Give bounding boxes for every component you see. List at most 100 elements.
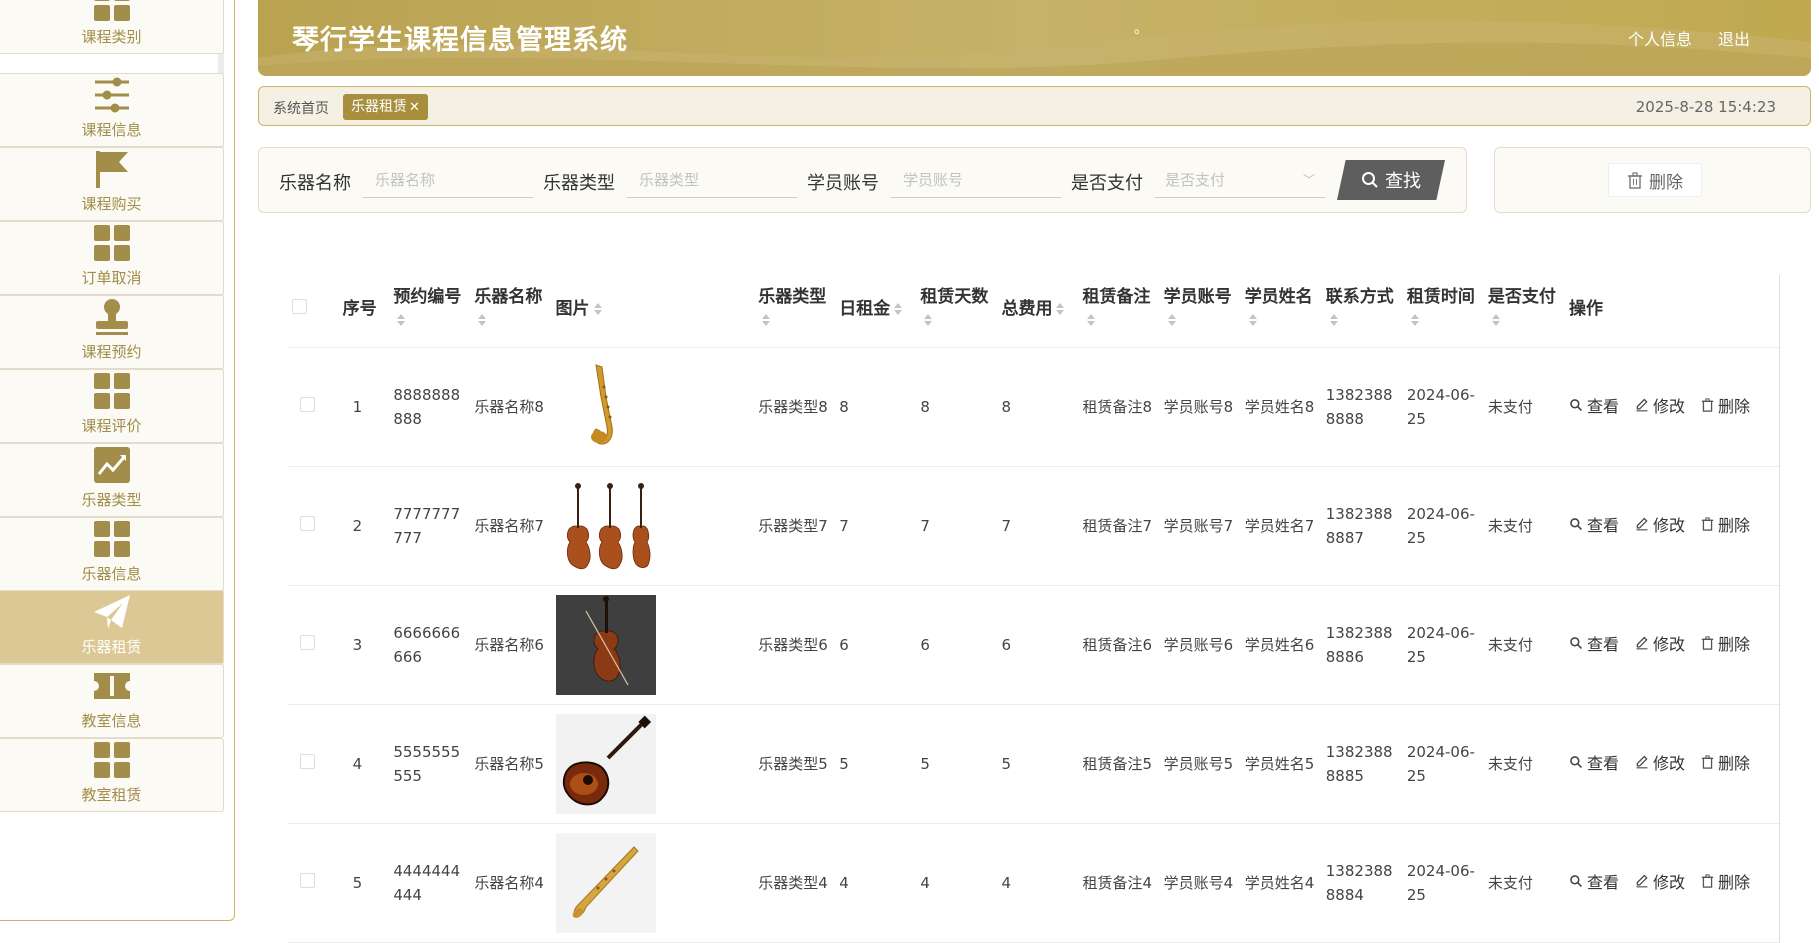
view-label: 查看 — [1587, 397, 1620, 416]
cell-account: 学员账号7 — [1159, 466, 1241, 586]
sort-icon[interactable] — [474, 310, 487, 330]
column-header-13[interactable]: 是否支付 — [1483, 275, 1565, 348]
cell-student-text: 学员姓名4 — [1244, 874, 1315, 892]
cell-paid-text: 未支付 — [1487, 874, 1533, 892]
sidebar-item-1[interactable]: 课程类别 — [0, 0, 224, 54]
paid-select[interactable]: 是否支付 ﹀ — [1155, 162, 1325, 198]
column-header-4[interactable]: 乐器类型 — [754, 275, 836, 348]
instrument-image[interactable] — [555, 833, 656, 933]
batch-delete-button[interactable]: 删除 — [1608, 163, 1702, 197]
trash-icon — [1701, 395, 1714, 419]
column-header-11[interactable]: 联系方式 — [1321, 275, 1403, 348]
sort-icon[interactable] — [393, 310, 406, 330]
sidebar-item-3[interactable]: 课程购买 — [0, 147, 224, 221]
sort-icon[interactable] — [1083, 310, 1095, 330]
row-checkbox[interactable] — [300, 635, 315, 650]
instrument-name-input[interactable] — [363, 162, 533, 198]
edit-button[interactable]: 修改 — [1635, 752, 1685, 776]
view-button[interactable]: 查看 — [1569, 871, 1619, 895]
column-header-label: 学员姓名 — [1244, 287, 1313, 307]
view-button[interactable]: 查看 — [1569, 514, 1619, 538]
cell-total: 7 — [997, 466, 1079, 586]
delete-button[interactable]: 删除 — [1701, 633, 1750, 657]
edit-button[interactable]: 修改 — [1635, 633, 1685, 657]
tab-current[interactable]: 乐器租赁 ✕ — [343, 94, 428, 120]
sidebar-item-11[interactable]: 教室租赁 — [0, 738, 224, 812]
cell-phone-text: 13823888886 — [1325, 624, 1393, 666]
instrument-image[interactable] — [555, 595, 656, 695]
sidebar-item-10[interactable]: 教室信息 — [0, 664, 224, 738]
sort-icon[interactable] — [1488, 310, 1500, 330]
column-header-5[interactable]: 日租金 — [835, 275, 917, 348]
view-button[interactable]: 查看 — [1569, 395, 1619, 419]
sidebar-item-9[interactable]: 乐器租赁 — [0, 590, 224, 664]
sidebar-item-4[interactable]: 订单取消 — [0, 221, 224, 295]
sort-icon[interactable] — [1164, 310, 1176, 330]
close-icon[interactable]: ✕ — [409, 100, 420, 115]
column-header-9[interactable]: 学员账号 — [1159, 275, 1241, 348]
breadcrumb-home[interactable]: 系统首页 — [273, 98, 329, 118]
row-checkbox[interactable] — [300, 516, 315, 531]
column-header-label: 学员账号 — [1163, 287, 1232, 307]
sort-icon[interactable] — [1407, 310, 1419, 330]
view-button[interactable]: 查看 — [1569, 633, 1619, 657]
delete-button[interactable]: 删除 — [1701, 752, 1750, 776]
cell-account-text: 学员账号5 — [1163, 755, 1234, 773]
sidebar-item-6[interactable]: 课程评价 — [0, 369, 224, 443]
column-header-2[interactable]: 乐器名称 — [470, 275, 552, 348]
column-header-3[interactable]: 图片 — [551, 275, 755, 348]
search-button[interactable]: 查找 — [1337, 160, 1445, 200]
select-all-checkbox[interactable] — [292, 298, 307, 314]
column-header-8[interactable]: 租赁备注 — [1078, 275, 1160, 348]
cell-name: 乐器名称4 — [470, 823, 552, 943]
row-checkbox[interactable] — [300, 754, 315, 769]
logout-link[interactable]: 退出 — [1718, 26, 1750, 50]
edit-button[interactable]: 修改 — [1635, 871, 1685, 895]
delete-label: 删除 — [1718, 516, 1751, 535]
instrument-image[interactable] — [555, 476, 656, 576]
cell-days-text: 4 — [920, 874, 930, 892]
sidebar-item-7[interactable]: 乐器类型 — [0, 443, 224, 517]
row-select-cell — [288, 347, 339, 467]
column-header-10[interactable]: 学员姓名 — [1240, 275, 1322, 348]
cell-index-text: 5 — [352, 874, 363, 892]
cell-name-text: 乐器名称4 — [474, 874, 544, 892]
sort-icon[interactable] — [1326, 310, 1338, 330]
cell-days: 4 — [916, 823, 998, 943]
instrument-type-input[interactable] — [627, 162, 797, 198]
sort-icon[interactable] — [890, 299, 903, 319]
sidebar-item-8[interactable]: 乐器信息 — [0, 517, 224, 591]
sort-icon[interactable] — [758, 310, 771, 330]
column-header-6[interactable]: 租赁天数 — [916, 275, 998, 348]
delete-label: 删除 — [1718, 635, 1751, 654]
instrument-image[interactable] — [555, 714, 656, 814]
edit-icon — [1635, 514, 1649, 538]
view-button[interactable]: 查看 — [1569, 752, 1619, 776]
edit-button[interactable]: 修改 — [1635, 514, 1685, 538]
column-header-12[interactable]: 租赁时间 — [1402, 275, 1484, 348]
edit-button[interactable]: 修改 — [1635, 395, 1685, 419]
tab-current-label: 乐器租赁 — [351, 99, 407, 115]
row-checkbox[interactable] — [300, 397, 315, 412]
cell-name: 乐器名称7 — [470, 466, 552, 586]
column-header-7[interactable]: 总费用 — [997, 275, 1079, 348]
cell-date-text: 2024-06-25 — [1406, 624, 1475, 666]
student-account-input[interactable] — [891, 162, 1061, 198]
cell-student: 学员姓名6 — [1240, 585, 1322, 705]
sidebar-item-5[interactable]: 课程预约 — [0, 295, 224, 369]
delete-button[interactable]: 删除 — [1701, 395, 1750, 419]
sort-icon[interactable] — [1052, 299, 1065, 319]
cell-student: 学员姓名5 — [1240, 704, 1322, 824]
profile-link[interactable]: 个人信息 — [1628, 26, 1692, 50]
delete-button[interactable]: 删除 — [1701, 514, 1750, 538]
instrument-image[interactable] — [555, 357, 656, 457]
row-checkbox[interactable] — [300, 873, 315, 888]
sort-icon[interactable] — [590, 299, 602, 319]
sort-icon[interactable] — [920, 310, 933, 330]
delete-button[interactable]: 删除 — [1701, 871, 1750, 895]
edit-label: 修改 — [1653, 754, 1686, 773]
column-header-0: 序号 — [338, 275, 390, 348]
sort-icon[interactable] — [1245, 310, 1257, 330]
sidebar-item-2[interactable]: 课程信息 — [0, 73, 224, 147]
column-header-1[interactable]: 预约编号 — [389, 275, 471, 348]
